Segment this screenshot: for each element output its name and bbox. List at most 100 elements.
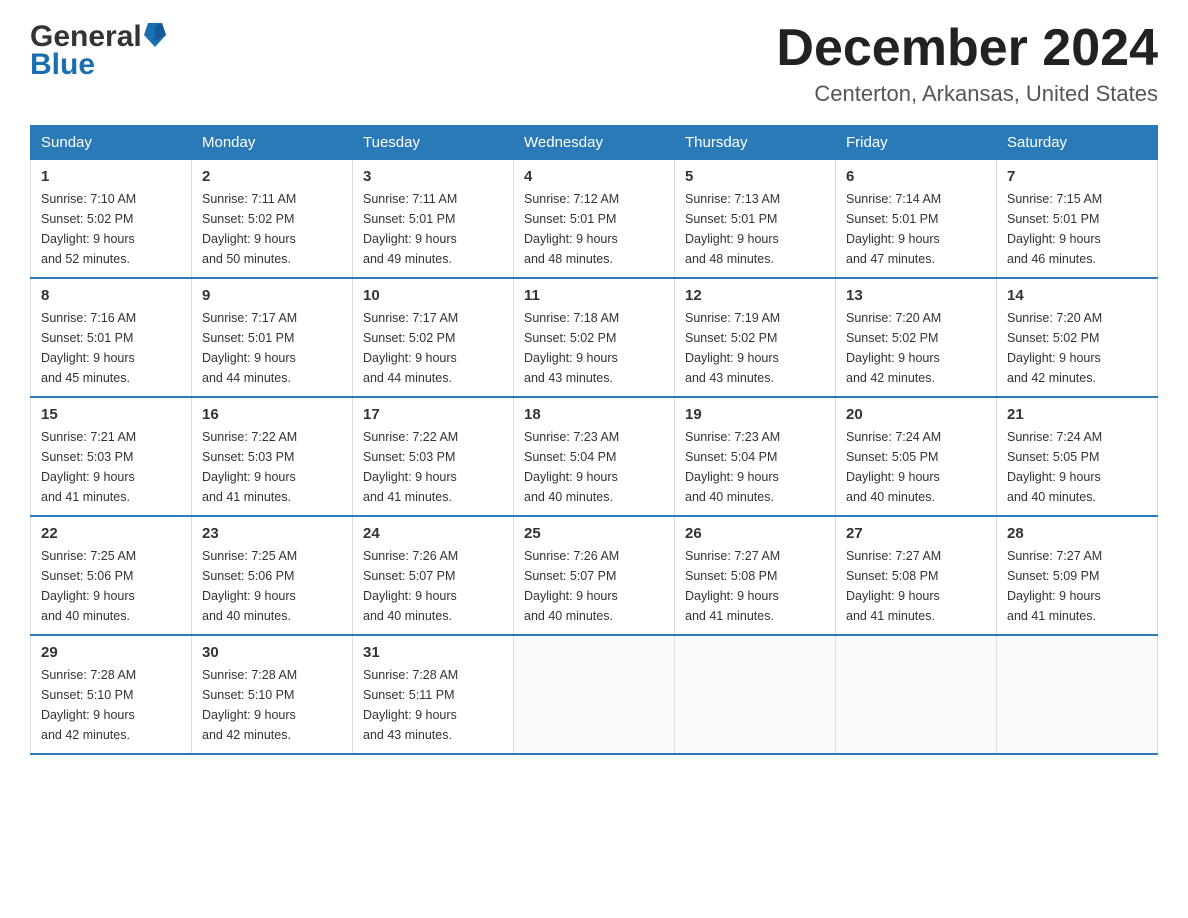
day-info: Sunrise: 7:28 AMSunset: 5:11 PMDaylight:…	[363, 665, 503, 745]
calendar-cell: 18 Sunrise: 7:23 AMSunset: 5:04 PMDaylig…	[514, 397, 675, 516]
day-header-saturday: Saturday	[997, 126, 1158, 160]
day-number: 23	[202, 525, 342, 542]
calendar-cell: 1 Sunrise: 7:10 AMSunset: 5:02 PMDayligh…	[31, 160, 192, 279]
day-number: 5	[685, 168, 825, 185]
day-info: Sunrise: 7:27 AMSunset: 5:08 PMDaylight:…	[685, 546, 825, 626]
day-number: 17	[363, 406, 503, 423]
day-number: 25	[524, 525, 664, 542]
day-info: Sunrise: 7:27 AMSunset: 5:09 PMDaylight:…	[1007, 546, 1147, 626]
day-info: Sunrise: 7:26 AMSunset: 5:07 PMDaylight:…	[363, 546, 503, 626]
day-info: Sunrise: 7:17 AMSunset: 5:01 PMDaylight:…	[202, 308, 342, 388]
day-header-monday: Monday	[192, 126, 353, 160]
day-number: 24	[363, 525, 503, 542]
day-number: 19	[685, 406, 825, 423]
calendar-cell: 25 Sunrise: 7:26 AMSunset: 5:07 PMDaylig…	[514, 516, 675, 635]
day-number: 9	[202, 287, 342, 304]
calendar-cell: 3 Sunrise: 7:11 AMSunset: 5:01 PMDayligh…	[353, 160, 514, 279]
day-info: Sunrise: 7:23 AMSunset: 5:04 PMDaylight:…	[685, 427, 825, 507]
day-number: 21	[1007, 406, 1147, 423]
day-number: 14	[1007, 287, 1147, 304]
calendar-cell: 5 Sunrise: 7:13 AMSunset: 5:01 PMDayligh…	[675, 160, 836, 279]
day-headers-row: SundayMondayTuesdayWednesdayThursdayFrid…	[31, 126, 1158, 160]
calendar-cell: 24 Sunrise: 7:26 AMSunset: 5:07 PMDaylig…	[353, 516, 514, 635]
day-number: 2	[202, 168, 342, 185]
calendar-cell	[997, 635, 1158, 754]
day-info: Sunrise: 7:12 AMSunset: 5:01 PMDaylight:…	[524, 189, 664, 269]
day-info: Sunrise: 7:22 AMSunset: 5:03 PMDaylight:…	[202, 427, 342, 507]
day-info: Sunrise: 7:25 AMSunset: 5:06 PMDaylight:…	[202, 546, 342, 626]
day-header-sunday: Sunday	[31, 126, 192, 160]
day-info: Sunrise: 7:20 AMSunset: 5:02 PMDaylight:…	[846, 308, 986, 388]
day-info: Sunrise: 7:24 AMSunset: 5:05 PMDaylight:…	[846, 427, 986, 507]
logo: General Blue	[30, 20, 166, 82]
calendar-cell: 23 Sunrise: 7:25 AMSunset: 5:06 PMDaylig…	[192, 516, 353, 635]
day-info: Sunrise: 7:11 AMSunset: 5:01 PMDaylight:…	[363, 189, 503, 269]
calendar-cell: 12 Sunrise: 7:19 AMSunset: 5:02 PMDaylig…	[675, 278, 836, 397]
day-info: Sunrise: 7:26 AMSunset: 5:07 PMDaylight:…	[524, 546, 664, 626]
calendar-cell: 15 Sunrise: 7:21 AMSunset: 5:03 PMDaylig…	[31, 397, 192, 516]
calendar-table: SundayMondayTuesdayWednesdayThursdayFrid…	[30, 125, 1158, 755]
calendar-cell: 20 Sunrise: 7:24 AMSunset: 5:05 PMDaylig…	[836, 397, 997, 516]
calendar-cell: 6 Sunrise: 7:14 AMSunset: 5:01 PMDayligh…	[836, 160, 997, 279]
calendar-cell: 14 Sunrise: 7:20 AMSunset: 5:02 PMDaylig…	[997, 278, 1158, 397]
day-info: Sunrise: 7:28 AMSunset: 5:10 PMDaylight:…	[41, 665, 181, 745]
day-number: 29	[41, 644, 181, 661]
calendar-cell: 21 Sunrise: 7:24 AMSunset: 5:05 PMDaylig…	[997, 397, 1158, 516]
page-header: General Blue December 2024 Centerton, Ar…	[30, 20, 1158, 107]
calendar-cell: 28 Sunrise: 7:27 AMSunset: 5:09 PMDaylig…	[997, 516, 1158, 635]
day-number: 10	[363, 287, 503, 304]
title-section: December 2024 Centerton, Arkansas, Unite…	[776, 20, 1158, 107]
day-number: 30	[202, 644, 342, 661]
calendar-cell: 13 Sunrise: 7:20 AMSunset: 5:02 PMDaylig…	[836, 278, 997, 397]
calendar-cell	[514, 635, 675, 754]
calendar-cell: 31 Sunrise: 7:28 AMSunset: 5:11 PMDaylig…	[353, 635, 514, 754]
calendar-cell: 2 Sunrise: 7:11 AMSunset: 5:02 PMDayligh…	[192, 160, 353, 279]
calendar-cell	[675, 635, 836, 754]
day-info: Sunrise: 7:20 AMSunset: 5:02 PMDaylight:…	[1007, 308, 1147, 388]
calendar-cell: 11 Sunrise: 7:18 AMSunset: 5:02 PMDaylig…	[514, 278, 675, 397]
week-row-4: 22 Sunrise: 7:25 AMSunset: 5:06 PMDaylig…	[31, 516, 1158, 635]
day-number: 16	[202, 406, 342, 423]
day-info: Sunrise: 7:14 AMSunset: 5:01 PMDaylight:…	[846, 189, 986, 269]
day-number: 6	[846, 168, 986, 185]
day-number: 20	[846, 406, 986, 423]
calendar-cell: 22 Sunrise: 7:25 AMSunset: 5:06 PMDaylig…	[31, 516, 192, 635]
day-number: 12	[685, 287, 825, 304]
day-number: 26	[685, 525, 825, 542]
calendar-cell: 27 Sunrise: 7:27 AMSunset: 5:08 PMDaylig…	[836, 516, 997, 635]
calendar-cell: 9 Sunrise: 7:17 AMSunset: 5:01 PMDayligh…	[192, 278, 353, 397]
day-info: Sunrise: 7:15 AMSunset: 5:01 PMDaylight:…	[1007, 189, 1147, 269]
day-info: Sunrise: 7:28 AMSunset: 5:10 PMDaylight:…	[202, 665, 342, 745]
day-number: 7	[1007, 168, 1147, 185]
calendar-cell: 17 Sunrise: 7:22 AMSunset: 5:03 PMDaylig…	[353, 397, 514, 516]
day-info: Sunrise: 7:18 AMSunset: 5:02 PMDaylight:…	[524, 308, 664, 388]
location-title: Centerton, Arkansas, United States	[776, 81, 1158, 107]
day-info: Sunrise: 7:10 AMSunset: 5:02 PMDaylight:…	[41, 189, 181, 269]
day-info: Sunrise: 7:13 AMSunset: 5:01 PMDaylight:…	[685, 189, 825, 269]
month-title: December 2024	[776, 20, 1158, 77]
day-number: 3	[363, 168, 503, 185]
day-number: 4	[524, 168, 664, 185]
day-info: Sunrise: 7:11 AMSunset: 5:02 PMDaylight:…	[202, 189, 342, 269]
calendar-cell: 19 Sunrise: 7:23 AMSunset: 5:04 PMDaylig…	[675, 397, 836, 516]
calendar-cell: 7 Sunrise: 7:15 AMSunset: 5:01 PMDayligh…	[997, 160, 1158, 279]
week-row-1: 1 Sunrise: 7:10 AMSunset: 5:02 PMDayligh…	[31, 160, 1158, 279]
calendar-cell: 29 Sunrise: 7:28 AMSunset: 5:10 PMDaylig…	[31, 635, 192, 754]
day-number: 31	[363, 644, 503, 661]
day-number: 1	[41, 168, 181, 185]
day-info: Sunrise: 7:16 AMSunset: 5:01 PMDaylight:…	[41, 308, 181, 388]
week-row-2: 8 Sunrise: 7:16 AMSunset: 5:01 PMDayligh…	[31, 278, 1158, 397]
day-info: Sunrise: 7:17 AMSunset: 5:02 PMDaylight:…	[363, 308, 503, 388]
day-number: 8	[41, 287, 181, 304]
day-info: Sunrise: 7:24 AMSunset: 5:05 PMDaylight:…	[1007, 427, 1147, 507]
day-number: 18	[524, 406, 664, 423]
day-number: 15	[41, 406, 181, 423]
logo-blue-text: Blue	[30, 48, 95, 82]
calendar-cell: 4 Sunrise: 7:12 AMSunset: 5:01 PMDayligh…	[514, 160, 675, 279]
day-header-tuesday: Tuesday	[353, 126, 514, 160]
day-info: Sunrise: 7:25 AMSunset: 5:06 PMDaylight:…	[41, 546, 181, 626]
calendar-cell: 10 Sunrise: 7:17 AMSunset: 5:02 PMDaylig…	[353, 278, 514, 397]
day-number: 22	[41, 525, 181, 542]
week-row-3: 15 Sunrise: 7:21 AMSunset: 5:03 PMDaylig…	[31, 397, 1158, 516]
calendar-cell: 30 Sunrise: 7:28 AMSunset: 5:10 PMDaylig…	[192, 635, 353, 754]
